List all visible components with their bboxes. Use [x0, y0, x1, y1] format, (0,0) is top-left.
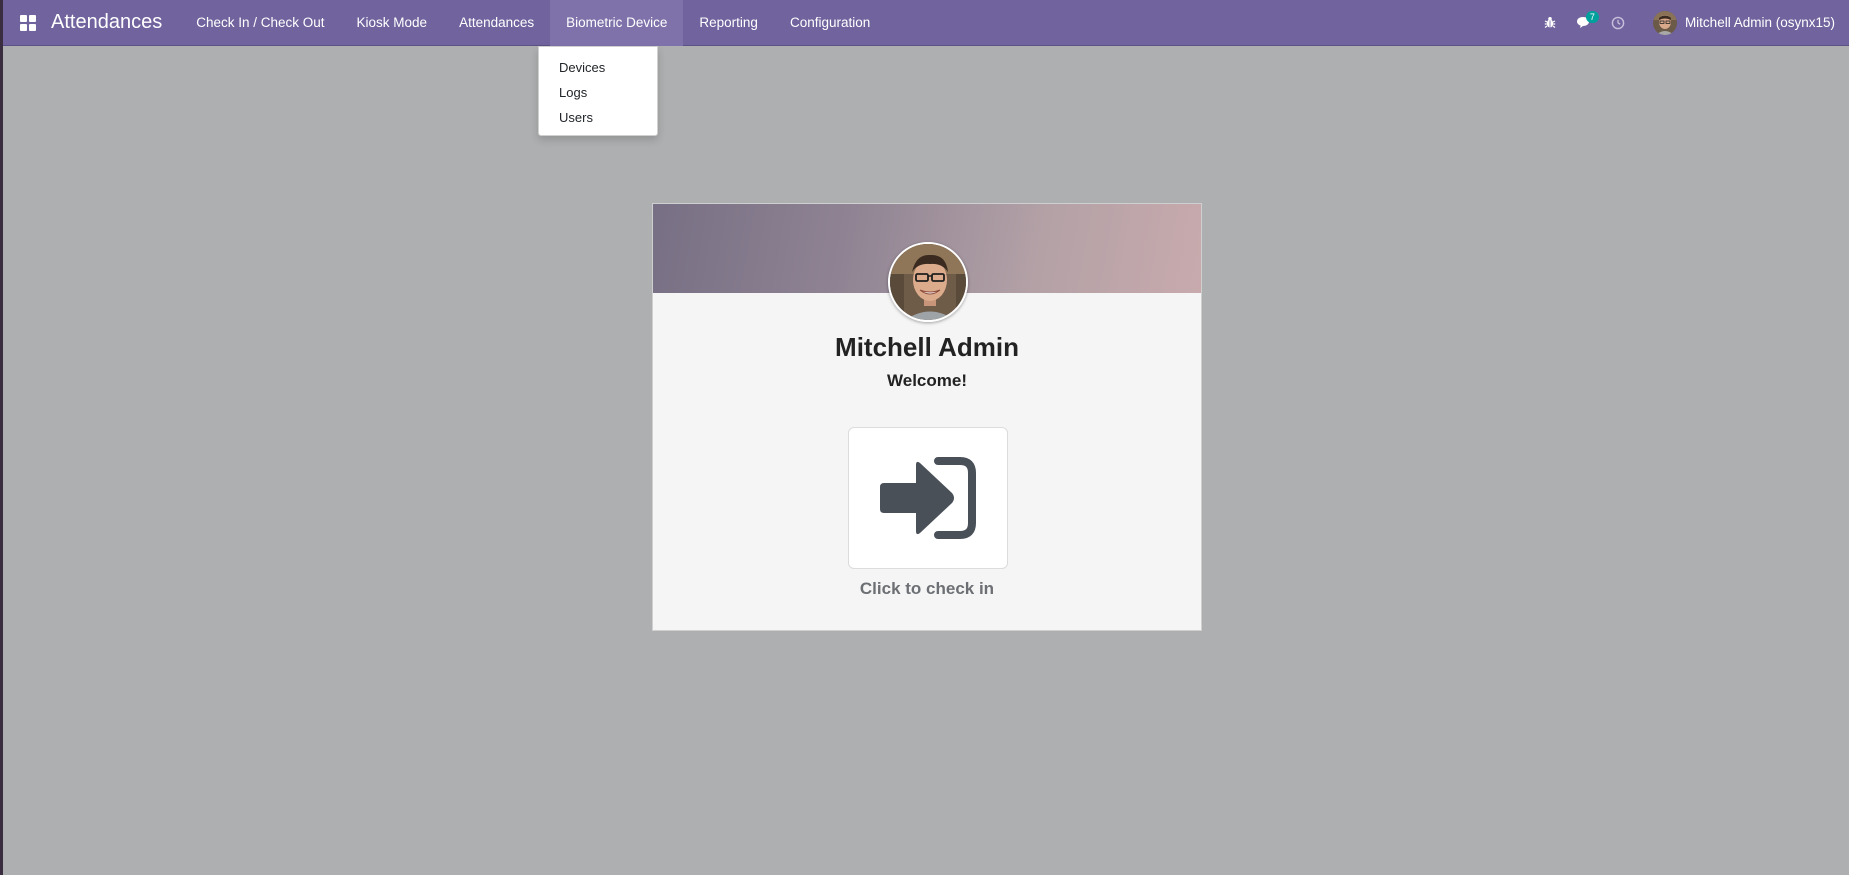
chat-icon[interactable]: 7 — [1567, 0, 1601, 46]
menu-attendances[interactable]: Attendances — [443, 0, 550, 46]
apps-grid-icon[interactable] — [17, 12, 39, 34]
dropdown-item-devices[interactable]: Devices — [539, 55, 657, 80]
check-in-button[interactable] — [848, 427, 1008, 569]
top-navbar: Attendances Check In / Check Out Kiosk M… — [3, 0, 1849, 46]
main-menu: Check In / Check Out Kiosk Mode Attendan… — [180, 0, 886, 46]
user-menu[interactable]: Mitchell Admin (osynx15) — [1652, 10, 1835, 35]
attendance-card: Mitchell Admin Welcome! Click to check i… — [652, 203, 1202, 631]
check-in-label: Click to check in — [859, 579, 995, 598]
menu-reporting[interactable]: Reporting — [683, 0, 774, 46]
window-edge — [0, 0, 3, 875]
biometric-device-dropdown: Devices Logs Users — [538, 46, 658, 136]
bug-icon[interactable] — [1533, 0, 1567, 46]
clock-icon[interactable] — [1601, 0, 1635, 46]
welcome-message: Welcome! — [887, 371, 967, 390]
app-title[interactable]: Attendances — [51, 11, 162, 34]
menu-kiosk-mode[interactable]: Kiosk Mode — [341, 0, 444, 46]
employee-name: Mitchell Admin — [835, 332, 1019, 362]
user-name: Mitchell Admin (osynx15) — [1684, 15, 1835, 30]
menu-check-in-check-out[interactable]: Check In / Check Out — [180, 0, 340, 46]
systray: 7 Mitchell Admin (osynx15) — [1533, 0, 1849, 46]
menu-biometric-device[interactable]: Biometric Device — [550, 0, 684, 46]
employee-avatar — [888, 242, 968, 322]
sign-in-icon — [880, 457, 976, 539]
messages-badge: 7 — [1585, 10, 1599, 23]
avatar — [1652, 10, 1677, 35]
dropdown-item-logs[interactable]: Logs — [539, 80, 657, 105]
dropdown-item-users[interactable]: Users — [539, 105, 657, 130]
menu-configuration[interactable]: Configuration — [774, 0, 886, 46]
